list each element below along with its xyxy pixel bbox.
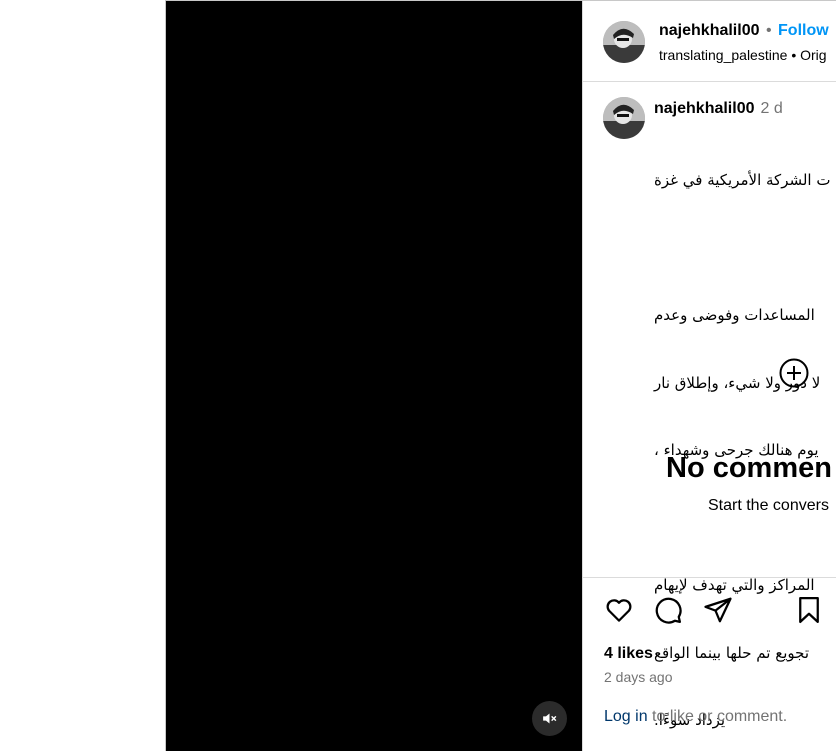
start-conversation-text: Start the convers — [708, 497, 829, 514]
login-link[interactable]: Log in — [604, 708, 648, 725]
comment-bubble-icon — [655, 597, 682, 624]
likes-count[interactable]: 4 likes — [604, 645, 653, 663]
post-username[interactable]: najehkhalil00 — [659, 22, 760, 39]
caption-line: ت الشركة الأمريكية في غزة — [654, 171, 831, 189]
no-comments-title: No commen — [666, 452, 832, 484]
follow-button[interactable]: Follow — [778, 22, 829, 39]
separator-dot: • — [765, 22, 772, 39]
post-header: najehkhalil00 • Follow translating_pales… — [583, 1, 836, 82]
like-button[interactable] — [604, 595, 634, 625]
mute-toggle-button[interactable] — [532, 701, 567, 736]
save-button[interactable] — [794, 595, 824, 625]
bookmark-icon — [799, 597, 819, 623]
caption-avatar[interactable] — [603, 97, 645, 139]
heart-icon — [606, 599, 632, 622]
caption-line: المساعدات وفوضى وعدم — [654, 306, 815, 324]
add-comment-button[interactable] — [778, 357, 810, 389]
paper-plane-icon — [704, 597, 732, 623]
action-bar: 4 likes 2 days ago Log in to like or com… — [583, 577, 836, 751]
caption-line — [654, 237, 836, 260]
login-prompt: Log in to like or comment. — [583, 708, 836, 726]
post-timestamp[interactable]: 2 days ago — [604, 669, 673, 685]
original-audio-label[interactable]: • Orig — [791, 47, 826, 63]
original-audio-user[interactable]: translating_palestine — [659, 47, 787, 63]
speaker-muted-icon — [543, 713, 557, 724]
post-side-panel: najehkhalil00 • Follow translating_pales… — [582, 1, 836, 751]
plus-circle-icon — [779, 358, 809, 388]
comments-section: najehkhalil00 2 d ت الشركة الأمريكية في غ… — [583, 82, 836, 729]
caption-username[interactable]: najehkhalil00 — [654, 100, 755, 117]
caption-time[interactable]: 2 d — [761, 100, 783, 117]
share-button[interactable] — [703, 595, 733, 625]
comment-button[interactable] — [653, 595, 683, 625]
video-player[interactable] — [166, 1, 582, 751]
avatar[interactable] — [603, 21, 645, 63]
login-suffix: to like or comment. — [647, 708, 788, 725]
